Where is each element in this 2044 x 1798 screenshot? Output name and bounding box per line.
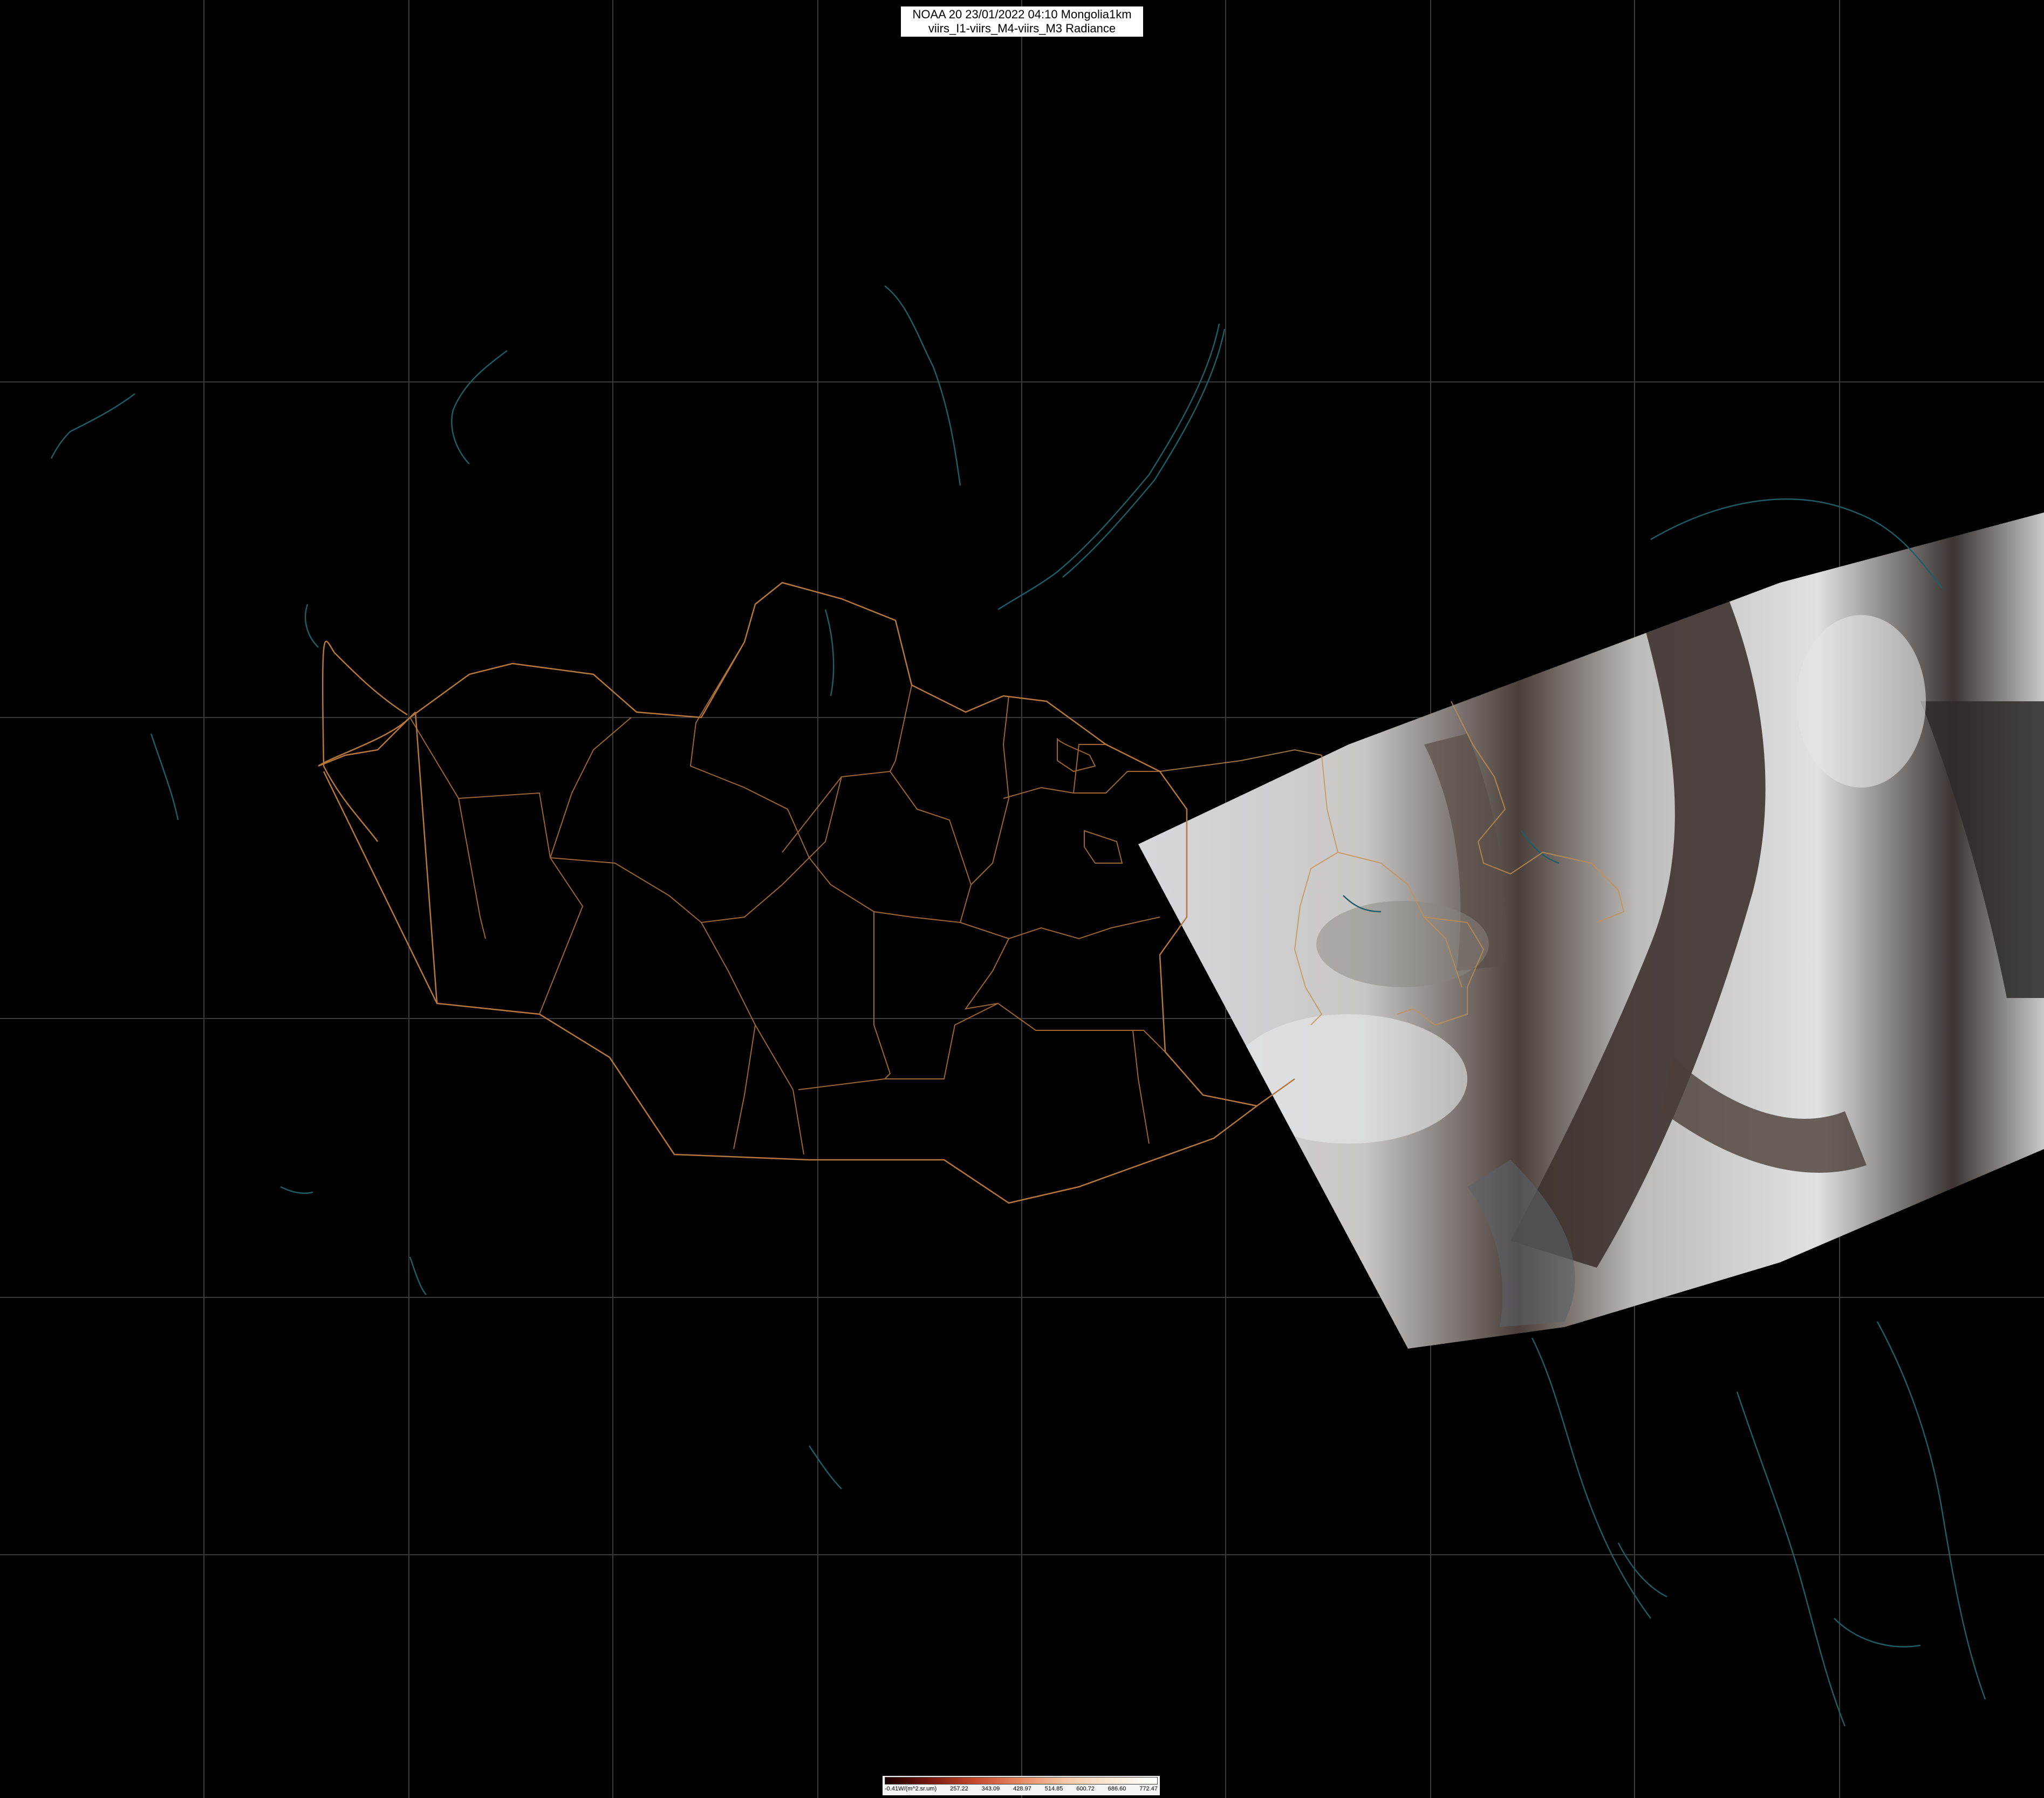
colorbar-label: 772.47 [1139,1786,1158,1792]
colorbar: -0.41W/(m^2.sr.um) 257.22 343.09 428.97 … [883,1776,1160,1795]
colorbar-label: 257.22 [950,1786,968,1792]
colorbar-label: 428.97 [1013,1786,1031,1792]
title-line-1: NOAA 20 23/01/2022 04:10 Mongolia1km [912,8,1132,21]
colorbar-label: -0.41W/(m^2.sr.um) [885,1786,937,1792]
satellite-swath [1138,512,2044,1349]
colorbar-label: 343.09 [981,1786,1000,1792]
province-borders [409,641,1166,1155]
country-borders [318,582,1295,1204]
title-box: NOAA 20 23/01/2022 04:10 Mongolia1km vii… [901,6,1143,37]
colorbar-label: 600.72 [1076,1786,1095,1792]
colorbar-label: 514.85 [1044,1786,1063,1792]
colorbar-gradient [885,1777,1158,1785]
title-line-2: viirs_I1-viirs_M4-viirs_M3 Radiance [928,22,1116,35]
colorbar-labels: -0.41W/(m^2.sr.um) 257.22 343.09 428.97 … [885,1786,1158,1794]
satellite-map [0,0,2044,1798]
colorbar-label: 686.60 [1108,1786,1126,1792]
